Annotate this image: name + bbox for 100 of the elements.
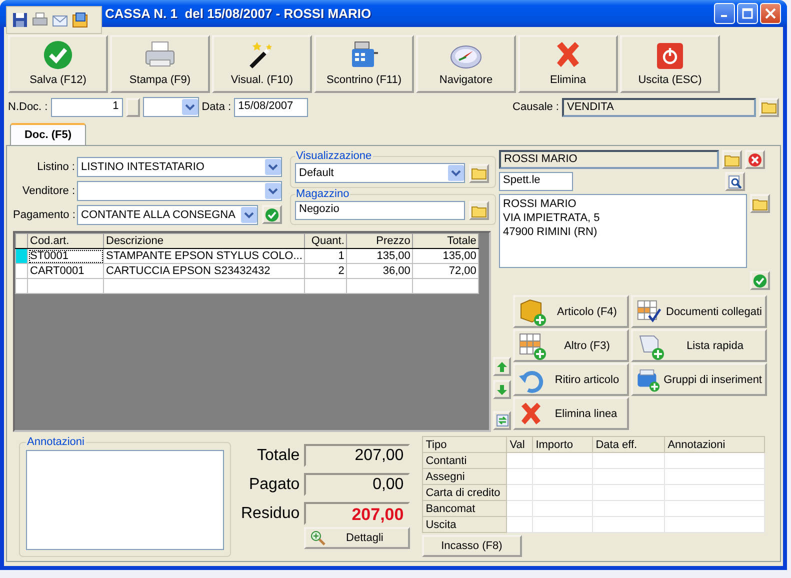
field-label: Venditore : — [21, 184, 75, 196]
grid-check-icon — [636, 298, 662, 326]
folder-button[interactable] — [469, 201, 489, 220]
toolbar-button[interactable]: Salva (F12) — [8, 35, 108, 93]
folder-button[interactable] — [469, 164, 489, 182]
toolbar-button[interactable]: Navigatore — [416, 35, 516, 93]
folder-icon — [761, 100, 777, 114]
close-button[interactable] — [760, 3, 781, 24]
row-header: Contanti — [422, 452, 506, 468]
table-cell: 135,00 — [412, 248, 479, 264]
column-header: Importo — [532, 436, 592, 452]
toolbar-button[interactable]: Visual. (F10) — [212, 35, 312, 93]
down-arrow-icon — [496, 384, 508, 396]
table-cell: 1 — [304, 248, 347, 264]
dropdown[interactable] — [142, 97, 199, 117]
input-field[interactable]: VENDITA — [562, 98, 756, 116]
folder-button[interactable] — [750, 194, 770, 213]
field-label: Pagamento : — [13, 208, 75, 220]
table-cell — [304, 278, 347, 294]
field-label: N.Doc. : — [8, 101, 48, 113]
dropdown[interactable]: LISTINO INTESTATARIO — [77, 156, 282, 176]
printer-icon — [32, 12, 48, 28]
move-up-button[interactable] — [493, 357, 511, 376]
column-header: Annotazioni — [664, 436, 764, 452]
caret-icon — [448, 165, 464, 181]
field-label: Data : — [202, 101, 232, 113]
total-value: 0,00 — [304, 473, 410, 496]
move-down-button[interactable] — [493, 380, 511, 399]
confirm-button[interactable] — [262, 205, 282, 224]
minimize-button[interactable] — [714, 3, 735, 24]
cash-register-icon — [349, 40, 379, 70]
zoom-in-icon — [310, 530, 326, 546]
column-header: Prezzo — [346, 234, 413, 248]
action-button[interactable]: Gruppi di inseriment — [631, 363, 767, 396]
action-button[interactable]: Elimina linea — [513, 397, 629, 430]
table-cell: 2 — [304, 264, 347, 278]
column-header: Totale — [412, 234, 479, 248]
total-label: Pagato — [248, 476, 300, 494]
total-label: Totale — [256, 446, 300, 464]
window-title: CASSA N. 1 del 15/08/2007 - ROSSI MARIO — [105, 6, 372, 21]
column-header: Data eff. — [592, 436, 664, 452]
grid-plus-icon — [518, 332, 546, 360]
caret-icon — [182, 99, 198, 115]
toolbar-button[interactable]: Elimina — [518, 35, 618, 93]
table-cell: 135,00 — [346, 248, 413, 264]
table-cell: 36,00 — [346, 264, 413, 278]
input-field[interactable]: Spett.le — [499, 172, 573, 191]
check-icon — [753, 274, 767, 288]
dropdown[interactable]: Default — [295, 163, 465, 183]
folder-icon — [752, 196, 768, 210]
tab[interactable]: Doc. (F5) — [10, 123, 86, 145]
close-circle-icon — [748, 152, 762, 166]
column-header: Quant. — [304, 234, 347, 248]
dropdown[interactable] — [77, 180, 282, 200]
swap-arrows-icon — [496, 414, 508, 427]
search-button[interactable] — [725, 172, 745, 191]
column-header: Descrizione — [104, 234, 305, 248]
toolbar-button[interactable]: Stampa (F9) — [110, 35, 210, 93]
group-title: Visualizzazione — [295, 150, 373, 162]
table-cell: CARTUCCIA EPSON S23432432 — [104, 264, 305, 278]
collect-button[interactable]: Incasso (F8) — [422, 535, 522, 557]
up-arrow-icon — [496, 360, 508, 372]
caret-icon — [241, 206, 257, 222]
confirm-button[interactable] — [750, 271, 770, 290]
maximize-button[interactable] — [737, 3, 758, 24]
row-header: Uscita — [422, 516, 506, 532]
row-indicator[interactable] — [16, 248, 28, 264]
action-button[interactable]: Articolo (F4) — [513, 295, 629, 328]
toolbar-button[interactable]: Uscita (ESC) — [620, 35, 720, 93]
date-field[interactable]: 15/08/2007 — [234, 98, 308, 116]
power-icon — [656, 42, 684, 70]
table-cell: ST0001 — [28, 248, 104, 264]
folder-button[interactable] — [759, 98, 779, 116]
window-icon — [72, 12, 88, 28]
action-button[interactable]: Documenti collegati — [631, 295, 767, 328]
row-header: Bancomat — [422, 500, 506, 516]
address-box[interactable]: ROSSI MARIO VIA IMPIETRATA, 5 47900 RIMINI (RN) — [499, 194, 747, 268]
toolbar-button[interactable]: Scontrino (F11) — [314, 35, 414, 93]
customer-name-field[interactable]: ROSSI MARIO — [499, 150, 719, 169]
total-value: 207,00 — [304, 502, 410, 525]
compass-icon — [450, 44, 482, 70]
action-button[interactable]: Altro (F3) — [513, 329, 629, 362]
search-icon — [728, 174, 742, 188]
caret-icon — [265, 158, 281, 174]
table-cell: 72,00 — [412, 264, 479, 278]
column-header: Tipo — [422, 436, 506, 452]
refresh-button[interactable] — [493, 411, 511, 430]
small-button[interactable] — [126, 98, 140, 116]
action-button[interactable]: Lista rapida — [631, 329, 767, 362]
input-field[interactable]: 1 — [50, 98, 123, 116]
table-cell: CART0001 — [28, 264, 104, 278]
remove-button[interactable] — [745, 150, 765, 169]
table-cell — [412, 278, 479, 294]
input-field[interactable]: Negozio — [295, 201, 465, 220]
notes-field[interactable] — [26, 450, 224, 550]
details-button[interactable]: Dettagli — [304, 527, 410, 549]
cube-plus-icon — [518, 298, 546, 326]
total-label: Residuo — [241, 504, 300, 522]
dropdown[interactable]: CONTANTE ALLA CONSEGNA — [77, 204, 258, 224]
action-button[interactable]: Ritiro articolo — [513, 363, 629, 396]
